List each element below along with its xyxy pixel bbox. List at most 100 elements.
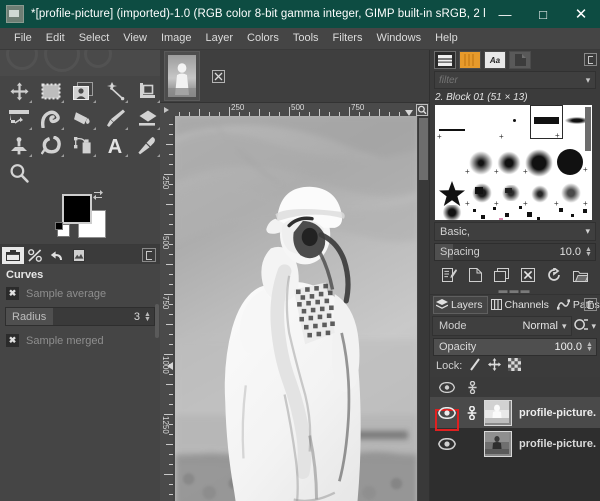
patterns-tab[interactable] [459, 51, 481, 69]
rectangle-select-tool[interactable] [35, 78, 67, 105]
color-picker-tool[interactable] [131, 132, 163, 159]
warp-transform-tool[interactable] [35, 105, 67, 132]
chevron-down-icon[interactable]: ▾ [581, 75, 595, 86]
minimize-button[interactable]: — [486, 0, 524, 28]
duplicate-brush-button[interactable] [492, 266, 512, 284]
channels-tab[interactable]: Channels [488, 296, 554, 314]
menu-file[interactable]: File [7, 28, 39, 49]
edit-brush-button[interactable] [439, 266, 459, 284]
lock-position-button[interactable] [488, 358, 502, 374]
swap-colors-icon[interactable] [92, 189, 104, 201]
layer-link-toggle[interactable] [460, 405, 484, 420]
menu-tools[interactable]: Tools [286, 28, 326, 49]
tool-options-tab[interactable] [2, 247, 24, 264]
image-thumbnail-tab[interactable] [164, 51, 200, 101]
lock-pixels-button[interactable] [469, 358, 481, 374]
spacing-value: 10.0 [559, 246, 581, 258]
brush-grid[interactable]: + + + + + + + + + + + + [435, 105, 592, 220]
menu-view[interactable]: View [116, 28, 154, 49]
sample-merged-option[interactable]: ✖ Sample merged [6, 334, 155, 347]
document-history-tab[interactable] [509, 51, 531, 69]
table-row[interactable]: profile-picture. [430, 397, 600, 431]
text-tool[interactable]: A [99, 132, 131, 159]
zoom-image-button[interactable] [415, 103, 429, 116]
radius-slider[interactable]: Radius 3 ▲ ▼ [5, 307, 155, 326]
brushes-tab[interactable] [434, 51, 456, 69]
fuzzy-select-tool[interactable] [99, 78, 131, 105]
scrollbar-thumb[interactable] [419, 118, 428, 180]
chevron-down-icon[interactable]: ▾ [585, 226, 595, 237]
images-tab[interactable] [68, 247, 90, 264]
foreground-color-swatch[interactable] [62, 194, 92, 224]
canvas-vertical-scrollbar[interactable] [418, 116, 429, 501]
layers-dock-menu-button[interactable] [584, 298, 597, 311]
image-canvas[interactable] [173, 116, 429, 501]
menu-help[interactable]: Help [428, 28, 465, 49]
undo-history-tab[interactable] [46, 247, 68, 264]
radius-stepper[interactable]: ▲ ▼ [143, 311, 152, 323]
brush-action-buttons [430, 261, 600, 287]
paths-tool[interactable] [67, 132, 99, 159]
menu-windows[interactable]: Windows [369, 28, 428, 49]
smudge-tool[interactable] [35, 132, 67, 159]
menu-colors[interactable]: Colors [240, 28, 286, 49]
bucket-fill-tool[interactable] [67, 105, 99, 132]
brush-filter-input[interactable] [435, 73, 581, 87]
delete-brush-button[interactable] [518, 266, 538, 284]
menu-image[interactable]: Image [154, 28, 199, 49]
chevron-down-icon[interactable]: ▾ [562, 321, 572, 332]
horizontal-ruler[interactable]: 250 500 750 [173, 103, 415, 116]
menu-layer[interactable]: Layer [199, 28, 241, 49]
sample-average-checkbox[interactable]: ✖ [6, 287, 19, 300]
opacity-stepper[interactable]: ▲ ▼ [585, 341, 594, 353]
paintbrush-tool[interactable] [99, 105, 131, 132]
spacing-stepper[interactable]: ▲ ▼ [584, 246, 593, 258]
tool-options-scrollbar[interactable] [155, 304, 159, 338]
canvas-photo[interactable] [175, 116, 417, 501]
composite-mode-icon[interactable] [574, 318, 589, 334]
opacity-value: 100.0 [554, 341, 582, 353]
device-status-tab[interactable] [24, 247, 46, 264]
layer-visibility-toggle[interactable] [434, 406, 460, 431]
vertical-ruler[interactable]: 250 500 750 1000 1250 [160, 116, 173, 501]
sample-merged-checkbox[interactable]: ✖ [6, 334, 19, 347]
chevron-down-icon[interactable]: ▾ [591, 321, 596, 332]
radius-label: Radius [12, 310, 47, 323]
close-tab-icon[interactable] [208, 66, 228, 86]
layer-visibility-toggle[interactable] [434, 437, 460, 450]
dock-resize-handle[interactable]: ▬▬▬ [430, 286, 600, 295]
menu-filters[interactable]: Filters [326, 28, 370, 49]
layers-list[interactable]: profile-picture. profile-picture. [430, 377, 600, 501]
svg-text:A: A [108, 136, 122, 155]
layers-tab[interactable]: Layers [433, 295, 488, 314]
brushes-dock-menu-button[interactable] [584, 53, 597, 66]
menu-edit[interactable]: Edit [39, 28, 72, 49]
brushes-dock-tabs: Aa [430, 50, 600, 70]
crop-tool[interactable] [131, 78, 163, 105]
tool-triangle-icon [125, 154, 128, 157]
sample-average-option[interactable]: ✖ Sample average [6, 287, 155, 300]
dock-menu-button[interactable] [142, 248, 156, 262]
table-row[interactable]: profile-picture. [430, 428, 600, 459]
refresh-brushes-button[interactable] [544, 266, 564, 284]
opacity-slider[interactable]: Opacity 100.0 ▲ ▼ [433, 338, 597, 356]
foreground-select-tool[interactable] [67, 78, 99, 105]
brush-filter-bar[interactable]: ▾ [434, 71, 596, 89]
menu-select[interactable]: Select [72, 28, 117, 49]
close-button[interactable]: ✕ [562, 0, 600, 28]
brush-grid-scrollbar[interactable] [585, 107, 591, 151]
spacing-slider[interactable]: Spacing 10.0 ▲ ▼ [434, 243, 596, 261]
move-tool[interactable] [3, 78, 35, 105]
reset-colors-icon[interactable] [55, 222, 70, 237]
brush-tag-dropdown[interactable]: Basic, ▾ [434, 222, 596, 241]
lock-alpha-button[interactable] [508, 358, 522, 374]
open-brush-folder-button[interactable] [571, 266, 591, 284]
maximize-button[interactable]: □ [524, 0, 562, 28]
clone-tool[interactable] [3, 132, 35, 159]
fonts-tab[interactable]: Aa [484, 51, 506, 69]
new-brush-button[interactable] [465, 266, 485, 284]
zoom-tool[interactable] [3, 159, 35, 186]
unified-transform-tool[interactable] [3, 105, 35, 132]
eraser-tool[interactable] [131, 105, 163, 132]
layer-mode-dropdown[interactable]: Mode Normal ▾ [432, 316, 573, 336]
